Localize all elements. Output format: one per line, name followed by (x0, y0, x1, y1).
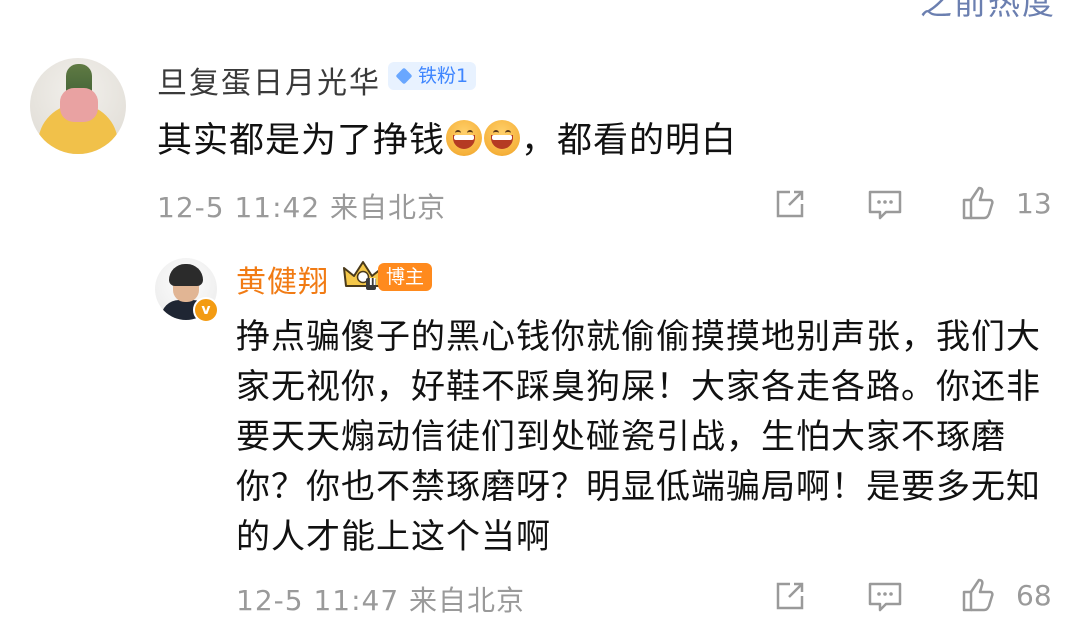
reply-text: 挣点骗傻子的黑心钱你就偷偷摸摸地别声张，我们大家无视你，好鞋不踩臭狗屎！大家各走… (236, 317, 1041, 557)
comment-icon (866, 186, 904, 222)
share-icon (772, 578, 808, 614)
top-partial-text: 之前热度 (920, 0, 1057, 22)
like-button[interactable]: 13 (958, 182, 1052, 224)
fan-badge-label: 铁粉1 (418, 65, 469, 87)
reply-username[interactable]: 黄健翔 (236, 257, 329, 301)
username[interactable]: 旦复蛋日月光华 (157, 58, 381, 102)
share-icon (772, 186, 808, 222)
blogger-badge: 博主 (378, 263, 433, 291)
verified-badge-icon: v (193, 297, 219, 323)
level-label: II (369, 277, 377, 288)
reply-share-button[interactable] (772, 578, 808, 614)
comment-button[interactable] (866, 186, 904, 222)
like-icon (958, 182, 1000, 224)
comment-text-before: 其实都是为了挣钱 (157, 121, 446, 161)
comment-text: 其实都是为了挣钱 ，都看的明白 (157, 112, 737, 163)
share-button[interactable] (772, 186, 808, 222)
comment-icon (866, 578, 904, 614)
reply-meta: 12-5 11:47 来自北京 (236, 584, 526, 617)
diamond-icon (395, 67, 413, 85)
like-icon (958, 574, 1000, 616)
comment-text-after: ，都看的明白 (521, 121, 738, 161)
like-count: 68 (1016, 578, 1052, 612)
laugh-emoji-icon (484, 119, 521, 156)
reply-like-button[interactable]: 68 (958, 574, 1052, 616)
fan-badge[interactable]: 铁粉1 (388, 62, 477, 90)
reply-comment-button[interactable] (866, 578, 904, 614)
avatar[interactable] (30, 58, 126, 154)
comment-meta: 12-5 11:42 来自北京 (157, 191, 447, 224)
laugh-emoji-icon (446, 119, 483, 156)
like-count: 13 (1016, 186, 1052, 220)
